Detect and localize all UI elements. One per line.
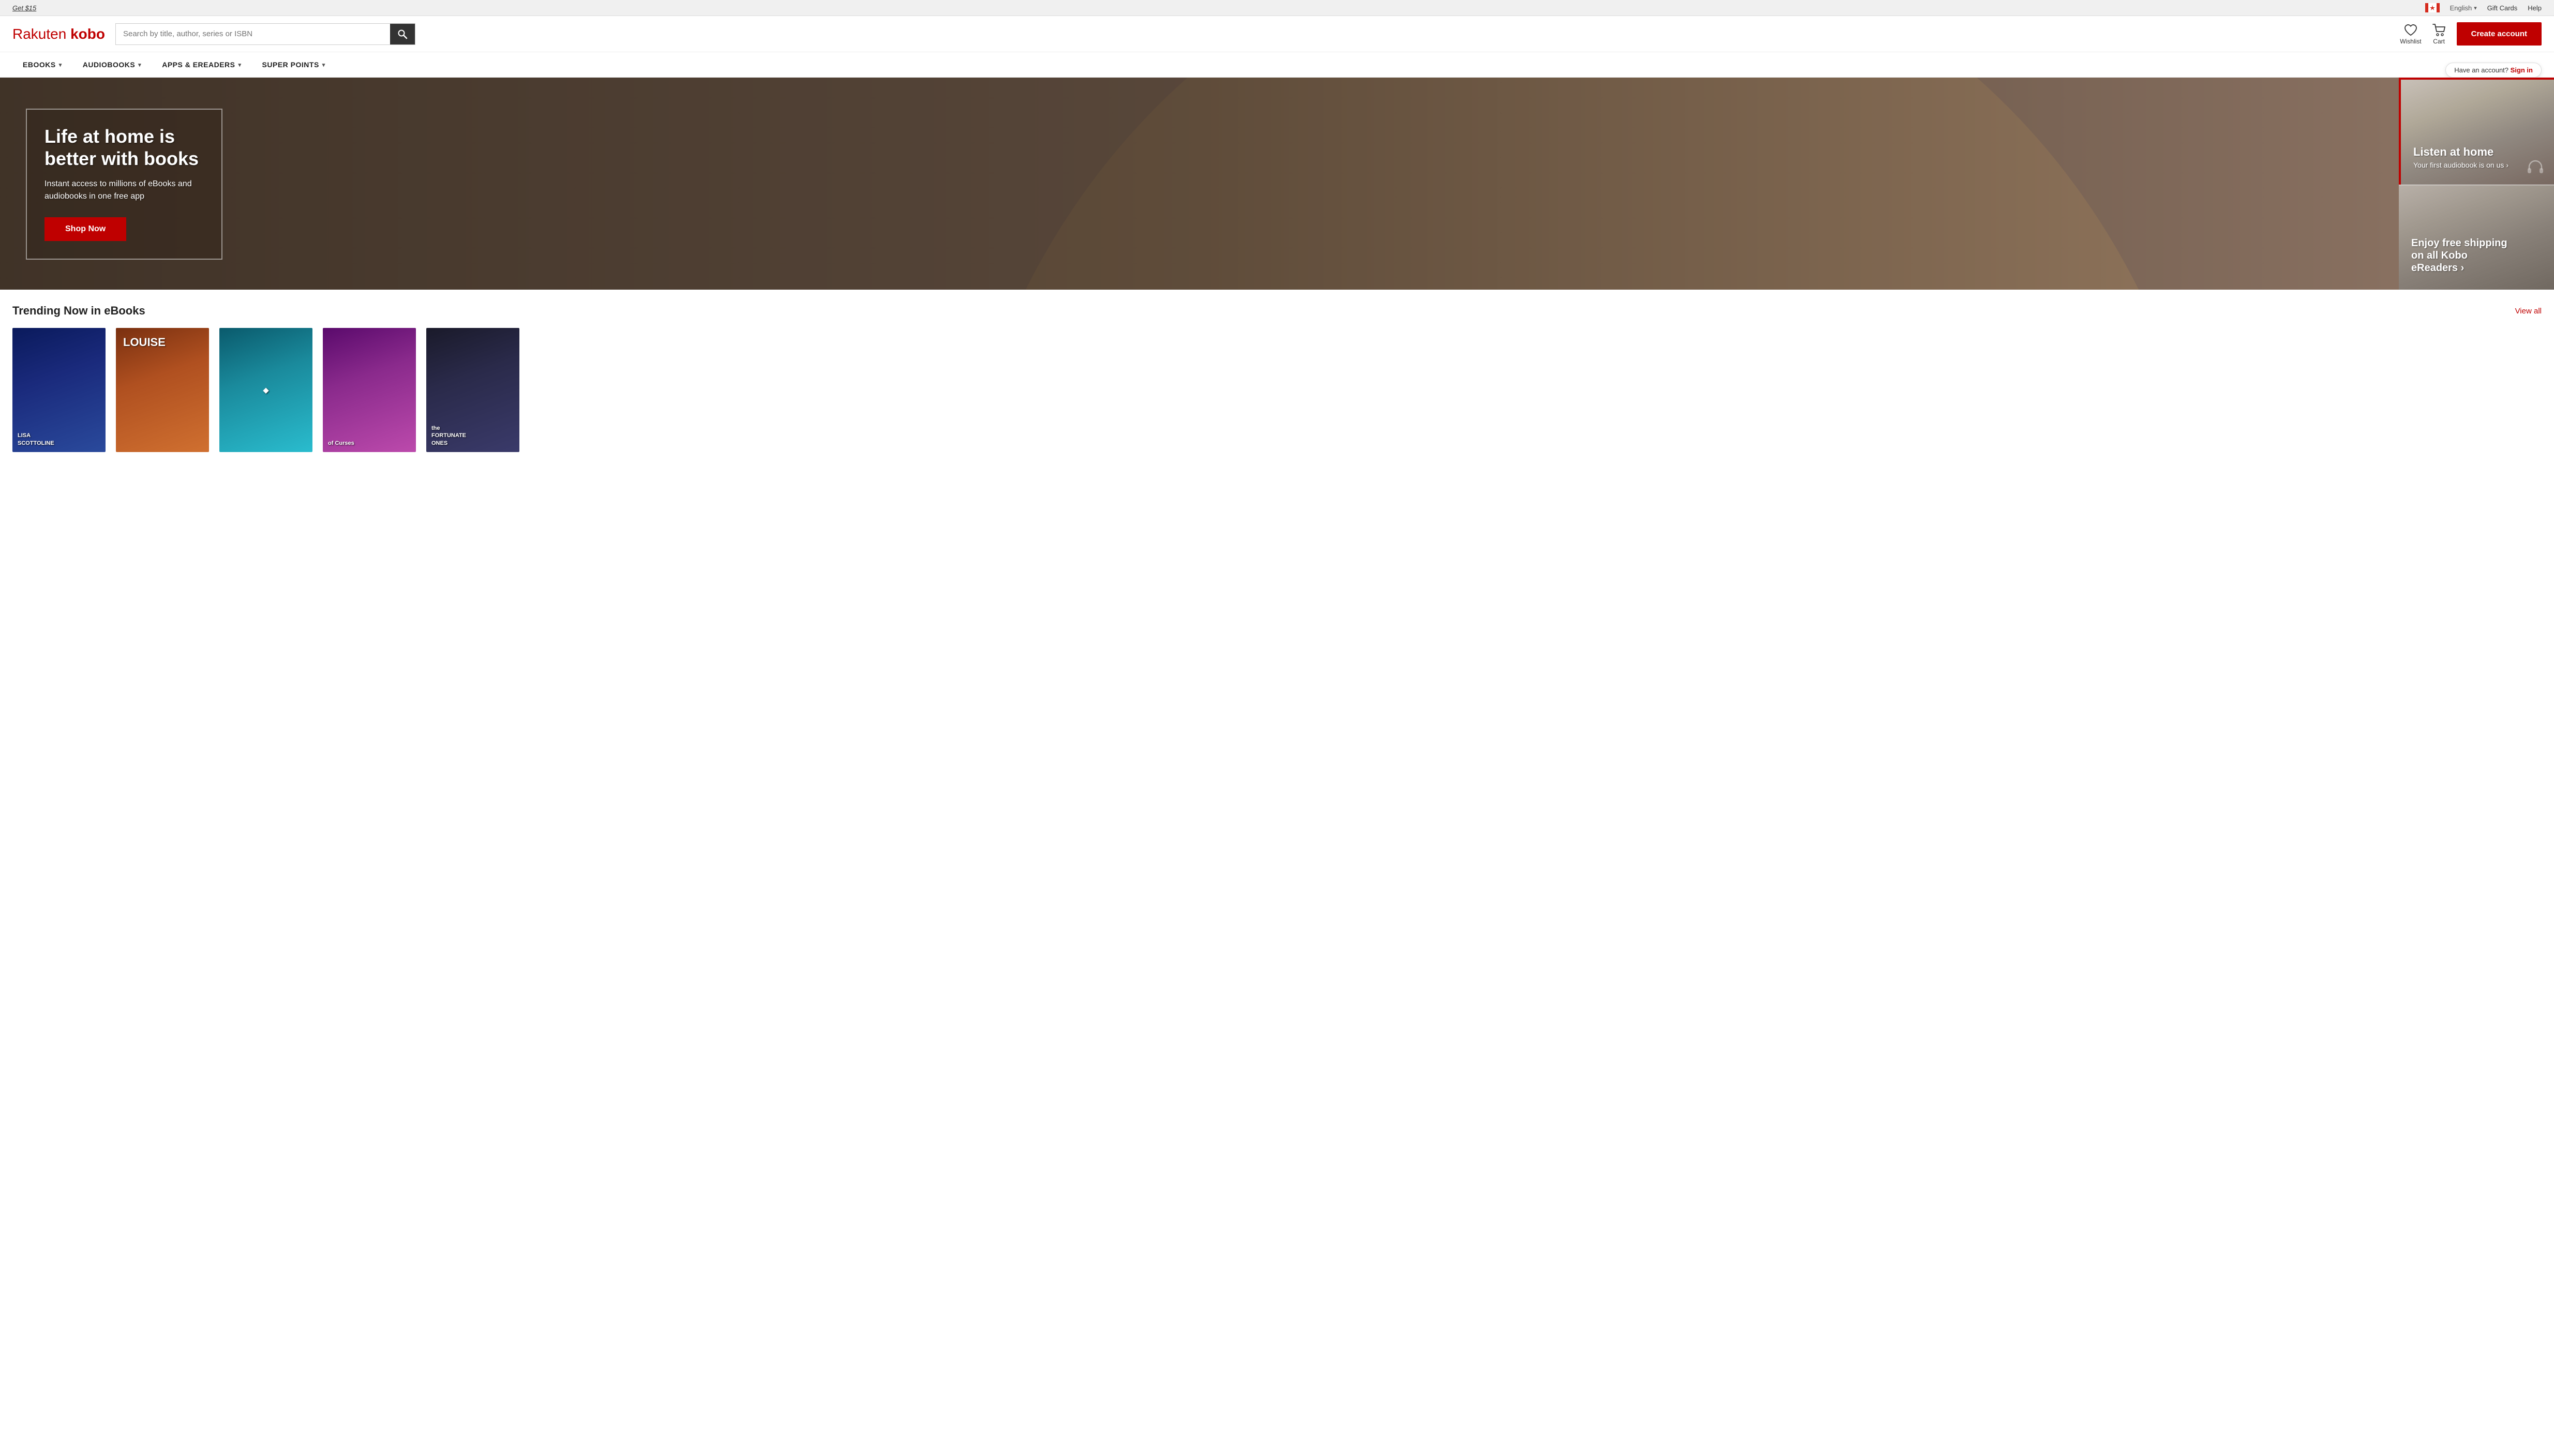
shop-now-button[interactable]: Shop Now [44,217,126,241]
language-selector[interactable]: English ▾ [2450,4,2477,12]
book-author-label: LISASCOTTOLINE [18,432,54,447]
book-cover: LOUISE [116,328,209,452]
hero-aside-audiobook[interactable]: Listen at home Your first audiobook is o… [2399,78,2554,185]
gift-cards-link[interactable]: Gift Cards [2487,4,2518,12]
logo-text: Rakuten kobo [12,26,105,42]
search-bar [115,23,415,45]
hero-main: Life at home is better with books Instan… [0,78,2399,290]
signin-tooltip: Have an account? Sign in [2445,63,2542,78]
aside-shipping-content: Enjoy free shipping on all Kobo eReaders… [2411,237,2515,274]
hero-content: Life at home is better with books Instan… [26,109,222,260]
hero-background [0,78,2399,290]
search-button[interactable] [390,24,415,44]
book-cover: theFORTUNATEONES [426,328,519,452]
book-card[interactable]: LISASCOTTOLINE [12,328,106,452]
help-link[interactable]: Help [2528,4,2542,12]
nav-apps-label: APPS & eREADERS [162,61,235,69]
top-bar-right: English ▾ Gift Cards Help [2425,3,2542,12]
hero-aside-shipping[interactable]: Enjoy free shipping on all Kobo eReaders… [2399,185,2554,290]
nav-ebooks-label: eBOOKS [23,61,56,69]
book-card[interactable]: LOUISE [116,328,209,452]
promo-link[interactable]: Get $15 [12,4,36,12]
books-grid: LISASCOTTOLINE LOUISE ◆ of Curses theFOR… [12,328,2542,452]
hero-title: Life at home is better with books [44,125,204,170]
book-title-label: of Curses [328,440,354,447]
promo-text[interactable]: Get $15 [12,4,36,12]
sign-in-link[interactable]: Sign in [2511,66,2533,74]
header: Rakuten kobo Wishlist Cart Creat [0,16,2554,52]
cart-label: Cart [2433,38,2445,45]
nav-audiobooks-label: AUDIOBOOKS [83,61,135,69]
wishlist-button[interactable]: Wishlist [2400,23,2421,45]
have-account-text: Have an account? [2454,66,2508,74]
hero-aside: Listen at home Your first audiobook is o… [2399,78,2554,290]
canada-flag [2425,3,2440,12]
book-card[interactable]: of Curses [323,328,416,452]
super-points-chevron-icon: ▾ [322,62,325,68]
top-bar: Get $15 English ▾ Gift Cards Help [0,0,2554,16]
trending-header: Trending Now in eBooks View all [12,304,2542,318]
aside-audiobook-content: Listen at home Your first audiobook is o… [2413,145,2508,169]
trending-title: Trending Now in eBooks [12,304,145,318]
wishlist-label: Wishlist [2400,38,2421,45]
nav-super-points-label: SUPER POINTS [262,61,319,69]
book-card[interactable]: ◆ [219,328,312,452]
book-cover: of Curses [323,328,416,452]
main-nav: eBOOKS ▾ AUDIOBOOKS ▾ APPS & eREADERS ▾ … [0,52,2554,78]
nav-apps-ereaders[interactable]: APPS & eREADERS ▾ [152,52,251,77]
book-cover: LISASCOTTOLINE [12,328,106,452]
book-cover: ◆ [219,328,312,452]
hero-subtitle: Instant access to millions of eBooks and… [44,178,204,203]
trending-section: Trending Now in eBooks View all LISASCOT… [0,290,2554,462]
book-title-label: LOUISE [123,335,166,350]
language-label: English [2450,4,2472,12]
aside-shipping-title: Enjoy free shipping on all Kobo eReaders… [2411,237,2515,274]
book-title-label: theFORTUNATEONES [431,425,466,447]
nav-super-points[interactable]: SUPER POINTS ▾ [252,52,336,77]
audiobooks-chevron-icon: ▾ [138,62,141,68]
nav-audiobooks[interactable]: AUDIOBOOKS ▾ [72,52,152,77]
book-card[interactable]: theFORTUNATEONES [426,328,519,452]
cart-button[interactable]: Cart [2432,23,2446,45]
search-input[interactable] [116,24,390,43]
create-account-button[interactable]: Create account [2457,22,2542,46]
view-all-link[interactable]: View all [2515,307,2542,316]
nav-ebooks[interactable]: eBOOKS ▾ [12,52,72,77]
ebooks-chevron-icon: ▾ [59,62,62,68]
hero-section: Life at home is better with books Instan… [0,78,2554,290]
aside-audiobook-title: Listen at home [2413,145,2508,159]
logo[interactable]: Rakuten kobo [12,26,105,42]
header-actions: Wishlist Cart Create account [2400,22,2542,46]
book-cover-decoration: ◆ [263,385,269,395]
apps-chevron-icon: ▾ [238,62,242,68]
language-chevron-icon: ▾ [2474,5,2477,11]
aside-audiobook-subtitle: Your first audiobook is on us › [2413,161,2508,169]
